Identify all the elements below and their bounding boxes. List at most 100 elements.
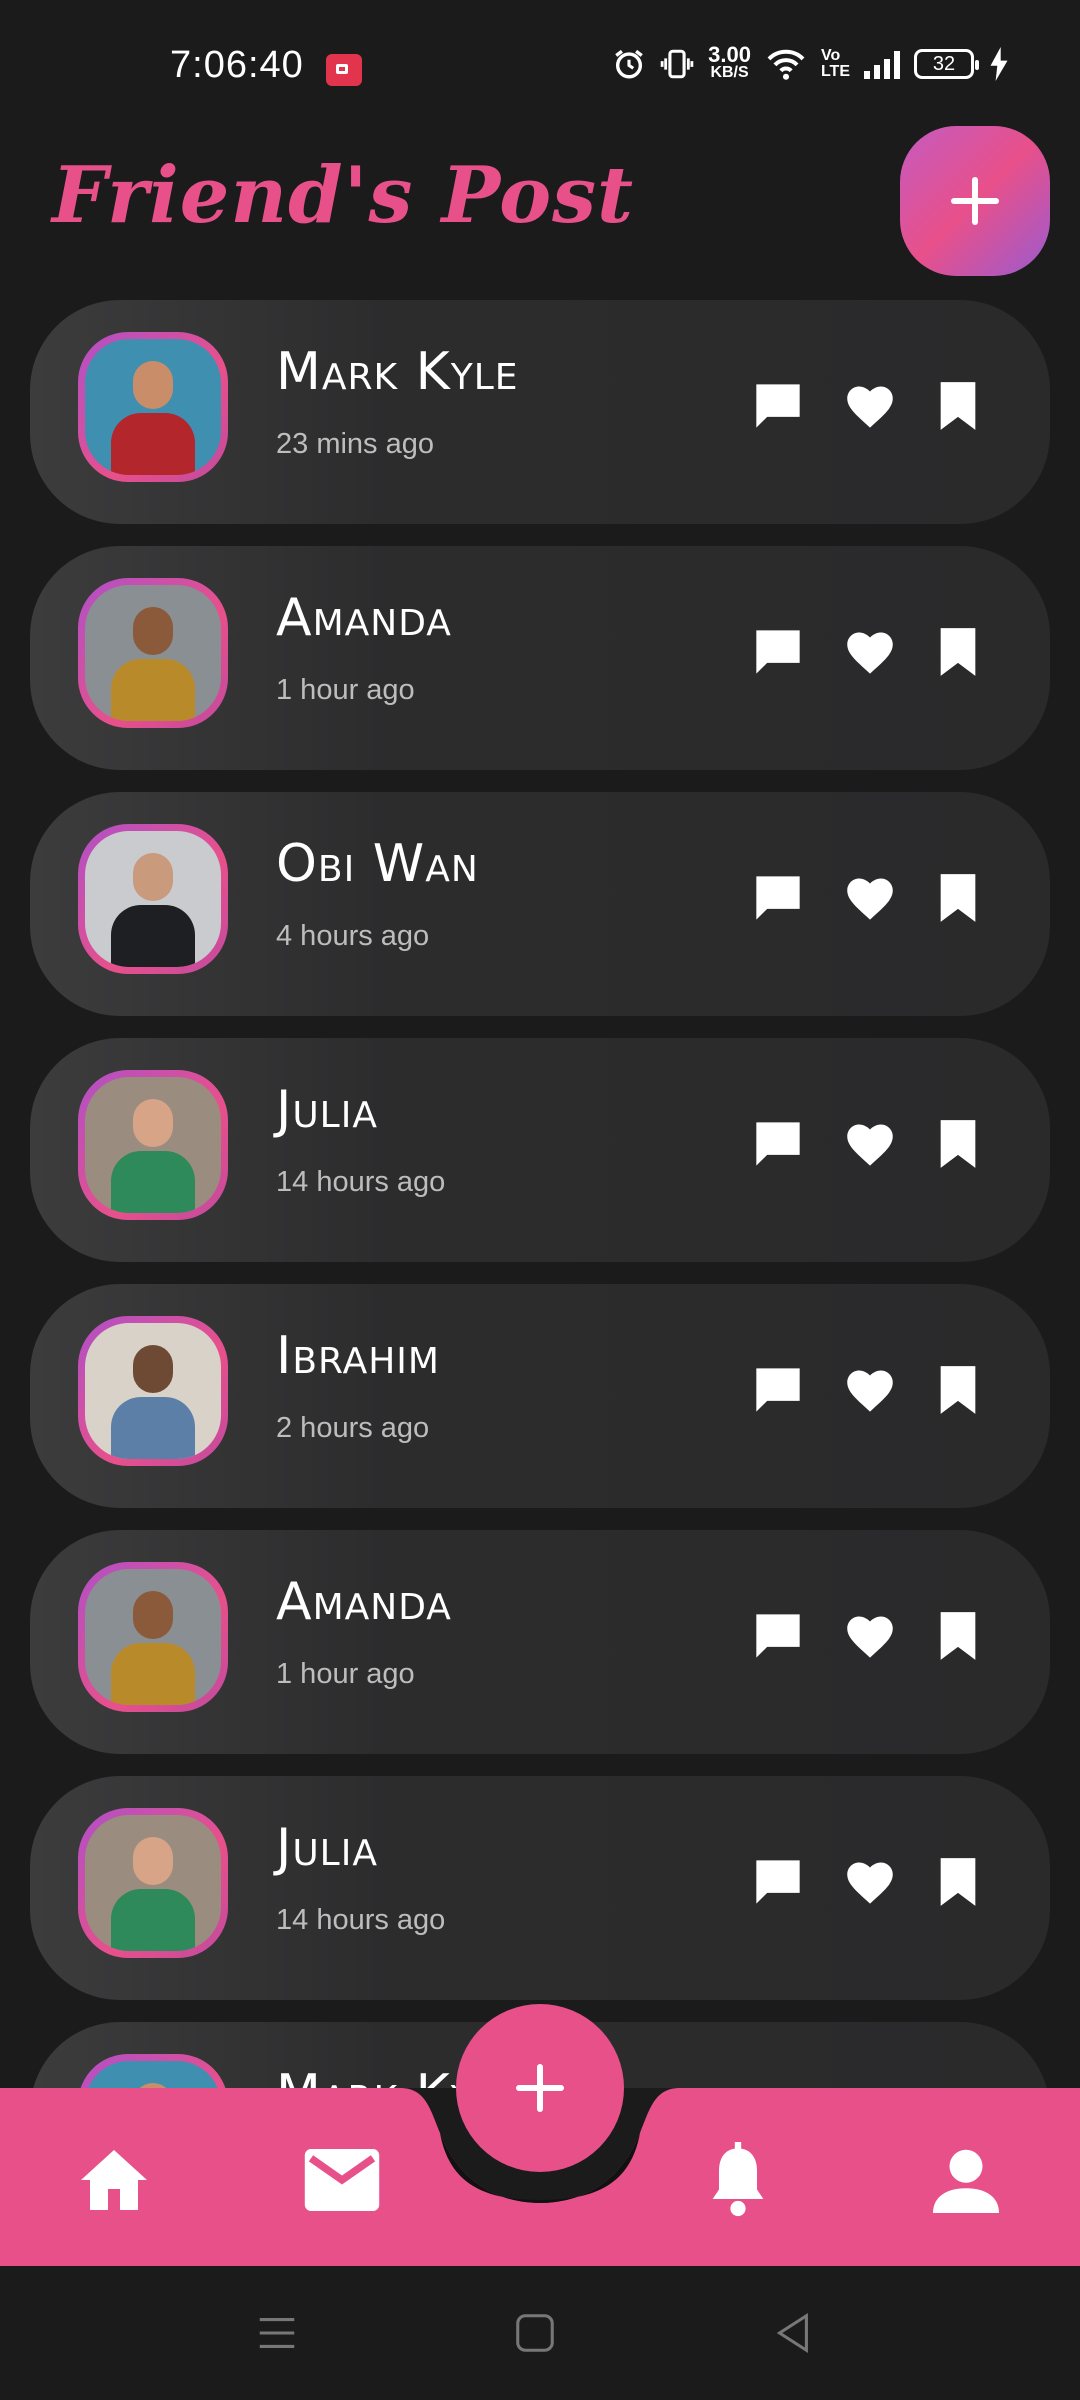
heart-icon — [844, 1118, 896, 1170]
battery-level: 32 — [932, 52, 956, 75]
comment-icon — [752, 1364, 804, 1416]
post-time: 1 hour ago — [276, 674, 415, 706]
alarm-icon — [615, 49, 643, 79]
heart-icon — [844, 1856, 896, 1908]
bookmark-button[interactable] — [936, 380, 980, 432]
bookmark-button[interactable] — [936, 1118, 980, 1170]
post-author-name[interactable]: Amanda — [276, 588, 452, 648]
post-actions — [752, 1856, 980, 1908]
net-speed-value: 3.00 — [708, 42, 751, 67]
nav-messages[interactable] — [302, 2140, 382, 2220]
comment-button[interactable] — [752, 1610, 804, 1662]
post-card[interactable]: Julia 14 hours ago — [30, 1776, 1050, 2000]
bookmark-button[interactable] — [936, 1610, 980, 1662]
post-time: 14 hours ago — [276, 1166, 446, 1198]
add-post-button[interactable] — [900, 126, 1050, 276]
bookmark-icon — [936, 872, 980, 924]
comment-button[interactable] — [752, 626, 804, 678]
bookmark-icon — [936, 1364, 980, 1416]
post-time: 1 hour ago — [276, 1658, 415, 1690]
comment-button[interactable] — [752, 1856, 804, 1908]
post-card[interactable]: Ibrahim 2 hours ago — [30, 1284, 1050, 1508]
mail-icon — [304, 2149, 380, 2211]
comment-icon — [752, 380, 804, 432]
avatar-photo — [85, 1815, 221, 1951]
heart-button[interactable] — [844, 1610, 896, 1662]
post-actions — [752, 626, 980, 678]
avatar[interactable] — [78, 1808, 228, 1958]
avatar[interactable] — [78, 1070, 228, 1220]
heart-button[interactable] — [844, 626, 896, 678]
add-icon — [516, 2064, 564, 2112]
bookmark-button[interactable] — [936, 872, 980, 924]
create-post-fab[interactable] — [456, 2004, 624, 2172]
avatar[interactable] — [78, 332, 228, 482]
volte-bottom: LTE — [820, 63, 850, 80]
comment-button[interactable] — [752, 1118, 804, 1170]
post-card[interactable]: Amanda 1 hour ago — [30, 546, 1050, 770]
comment-icon — [752, 1610, 804, 1662]
avatar-photo — [85, 1323, 221, 1459]
bookmark-icon — [936, 1856, 980, 1908]
heart-button[interactable] — [844, 380, 896, 432]
post-time: 14 hours ago — [276, 1904, 446, 1936]
avatar-photo — [85, 2061, 221, 2088]
avatar[interactable] — [78, 1562, 228, 1712]
bookmark-button[interactable] — [936, 1364, 980, 1416]
signal-icon — [864, 49, 900, 79]
heart-icon — [844, 1364, 896, 1416]
avatar[interactable] — [78, 2054, 228, 2088]
comment-button[interactable] — [752, 380, 804, 432]
avatar-photo — [85, 1569, 221, 1705]
post-actions — [752, 872, 980, 924]
volte-indicator: Vo LTE — [821, 48, 850, 80]
comment-button[interactable] — [752, 1364, 804, 1416]
heart-button[interactable] — [844, 1364, 896, 1416]
status-time: 7:06:40 — [170, 44, 304, 86]
volte-top: Vo — [820, 47, 841, 64]
post-time: 23 mins ago — [276, 428, 434, 460]
home-square-icon[interactable] — [512, 2310, 558, 2356]
bookmark-icon — [936, 1118, 980, 1170]
net-speed-unit: KB/S — [710, 64, 749, 81]
battery-icon: 32 — [914, 49, 979, 79]
post-card[interactable]: Julia 14 hours ago — [30, 1038, 1050, 1262]
post-card[interactable]: Mark Kyle 23 mins ago — [30, 300, 1050, 524]
comment-icon — [752, 1856, 804, 1908]
screen-record-icon — [326, 54, 362, 86]
heart-button[interactable] — [844, 872, 896, 924]
comment-button[interactable] — [752, 872, 804, 924]
heart-button[interactable] — [844, 1118, 896, 1170]
post-author-name[interactable]: Ibrahim — [276, 1326, 440, 1386]
heart-button[interactable] — [844, 1856, 896, 1908]
post-time: 4 hours ago — [276, 920, 430, 952]
back-icon[interactable] — [770, 2310, 816, 2356]
post-card[interactable]: Amanda 1 hour ago — [30, 1530, 1050, 1754]
post-actions — [752, 380, 980, 432]
profile-icon — [933, 2149, 999, 2213]
status-icons: 3.00 KB/S Vo LTE 32 — [612, 42, 1010, 82]
nav-profile[interactable] — [926, 2140, 1006, 2220]
post-feed[interactable]: Mark Kyle 23 mins ago Amanda 1 hour ago … — [0, 300, 1080, 2088]
post-author-name[interactable]: Mark Kyle — [276, 342, 519, 402]
nav-home[interactable] — [74, 2140, 154, 2220]
avatar[interactable] — [78, 1316, 228, 1466]
avatar[interactable] — [78, 578, 228, 728]
post-time: 2 hours ago — [276, 1412, 430, 1444]
page-title: Friend's Post — [52, 150, 635, 241]
post-author-name[interactable]: Obi Wan — [276, 834, 479, 894]
bookmark-button[interactable] — [936, 626, 980, 678]
avatar-photo — [85, 831, 221, 967]
post-card[interactable]: Obi Wan 4 hours ago — [30, 792, 1050, 1016]
menu-icon[interactable] — [254, 2310, 300, 2356]
bookmark-button[interactable] — [936, 1856, 980, 1908]
plus-icon — [951, 177, 999, 225]
post-author-name[interactable]: Amanda — [276, 1572, 452, 1632]
post-author-name[interactable]: Julia — [276, 1818, 378, 1878]
nav-notifications[interactable] — [698, 2140, 778, 2220]
post-author-name[interactable]: Julia — [276, 1080, 378, 1140]
avatar-photo — [85, 339, 221, 475]
heart-icon — [844, 380, 896, 432]
bell-icon — [712, 2142, 764, 2217]
avatar[interactable] — [78, 824, 228, 974]
